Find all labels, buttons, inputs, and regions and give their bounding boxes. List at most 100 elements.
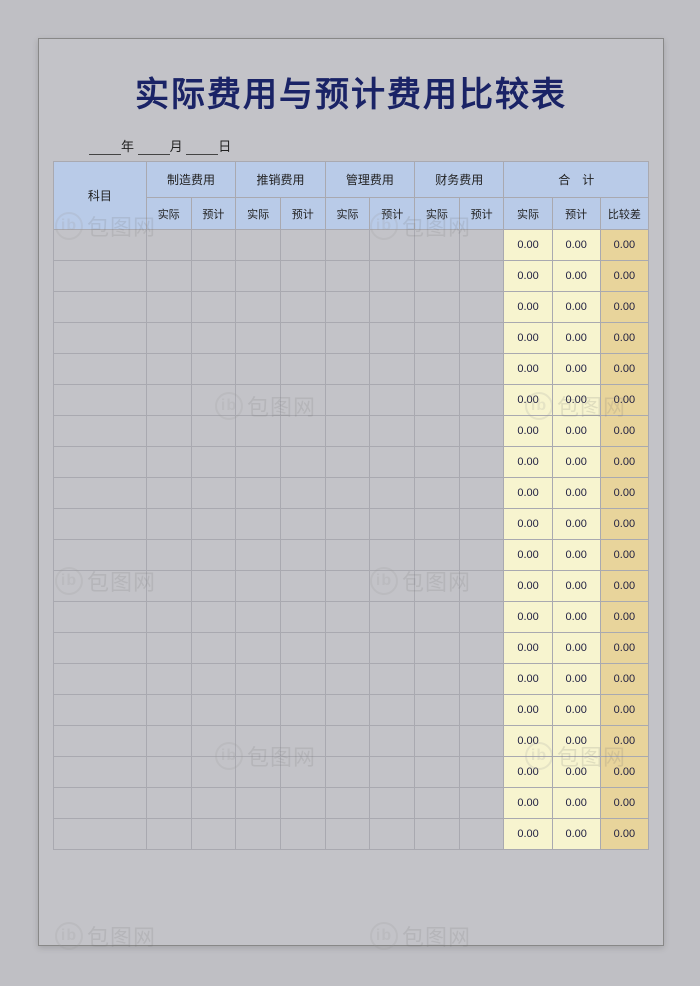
- table-cell: 0.00: [600, 571, 648, 602]
- table-cell: [280, 478, 325, 509]
- table-cell: [146, 416, 191, 447]
- table-cell: [146, 230, 191, 261]
- table-row: 0.000.000.00: [54, 633, 649, 664]
- table-cell: 0.00: [504, 292, 552, 323]
- table-cell: 0.00: [600, 788, 648, 819]
- table-cell: [191, 354, 236, 385]
- table-cell: [191, 695, 236, 726]
- table-cell: [325, 478, 370, 509]
- year-label: 年: [121, 139, 134, 154]
- table-cell: [325, 447, 370, 478]
- sub-planned-1: 预计: [280, 198, 325, 230]
- table-cell: [54, 757, 147, 788]
- table-cell: [415, 819, 460, 850]
- table-cell: 0.00: [552, 478, 600, 509]
- table-cell: [280, 323, 325, 354]
- table-body: 0.000.000.000.000.000.000.000.000.000.00…: [54, 230, 649, 850]
- sub-planned-0: 预计: [191, 198, 236, 230]
- table-cell: [191, 633, 236, 664]
- table-cell: [325, 354, 370, 385]
- table-cell: 0.00: [504, 385, 552, 416]
- table-cell: 0.00: [600, 757, 648, 788]
- header-group-1: 推销费用: [236, 162, 325, 198]
- comparison-table: 科目 制造费用 推销费用 管理费用 财务费用 合 计 实际 预计 实际 预计 实…: [53, 161, 649, 850]
- table-row: 0.000.000.00: [54, 323, 649, 354]
- table-row: 0.000.000.00: [54, 509, 649, 540]
- table-cell: [191, 819, 236, 850]
- header-group-0: 制造费用: [146, 162, 235, 198]
- sub-total-planned: 预计: [552, 198, 600, 230]
- table-cell: 0.00: [504, 509, 552, 540]
- table-row: 0.000.000.00: [54, 540, 649, 571]
- table-cell: [459, 416, 504, 447]
- table-cell: 0.00: [552, 695, 600, 726]
- table-cell: 0.00: [600, 416, 648, 447]
- table-cell: [370, 509, 415, 540]
- table-cell: [236, 602, 281, 633]
- table-cell: [191, 292, 236, 323]
- table-cell: [146, 571, 191, 602]
- table-cell: [370, 447, 415, 478]
- table-cell: [54, 571, 147, 602]
- year-blank: [89, 141, 121, 155]
- table-cell: [370, 292, 415, 323]
- table-cell: [191, 478, 236, 509]
- table-cell: [280, 540, 325, 571]
- table-cell: [146, 509, 191, 540]
- table-row: 0.000.000.00: [54, 757, 649, 788]
- table-cell: [280, 571, 325, 602]
- table-cell: [459, 354, 504, 385]
- table-cell: [459, 819, 504, 850]
- table-row: 0.000.000.00: [54, 230, 649, 261]
- table-cell: [370, 323, 415, 354]
- table-cell: [236, 478, 281, 509]
- table-cell: [236, 540, 281, 571]
- table-cell: [280, 819, 325, 850]
- table-cell: [146, 602, 191, 633]
- table-cell: [280, 261, 325, 292]
- sub-actual-1: 实际: [236, 198, 281, 230]
- table-cell: [191, 540, 236, 571]
- table-cell: [280, 757, 325, 788]
- table-cell: 0.00: [600, 230, 648, 261]
- table-cell: [459, 726, 504, 757]
- table-cell: [415, 323, 460, 354]
- table-cell: [415, 664, 460, 695]
- table-cell: 0.00: [552, 509, 600, 540]
- table-cell: [459, 540, 504, 571]
- table-cell: [325, 230, 370, 261]
- table-cell: 0.00: [600, 726, 648, 757]
- table-cell: 0.00: [552, 416, 600, 447]
- table-cell: [236, 664, 281, 695]
- date-line: 年 月 日: [89, 136, 663, 155]
- table-cell: [236, 292, 281, 323]
- table-cell: [459, 757, 504, 788]
- table-cell: [54, 633, 147, 664]
- page-title: 实际费用与预计费用比较表: [39, 67, 663, 116]
- table-cell: [370, 261, 415, 292]
- table-cell: [191, 788, 236, 819]
- table-row: 0.000.000.00: [54, 292, 649, 323]
- table-cell: 0.00: [552, 819, 600, 850]
- table-cell: 0.00: [504, 447, 552, 478]
- table-cell: [236, 261, 281, 292]
- table-cell: [236, 757, 281, 788]
- table-cell: [325, 323, 370, 354]
- table-cell: 0.00: [600, 323, 648, 354]
- table-cell: [325, 602, 370, 633]
- table-cell: [325, 509, 370, 540]
- table-cell: [325, 726, 370, 757]
- table-cell: [236, 230, 281, 261]
- table-cell: 0.00: [552, 230, 600, 261]
- table-cell: [54, 447, 147, 478]
- table-row: 0.000.000.00: [54, 385, 649, 416]
- table-cell: [280, 509, 325, 540]
- table-cell: [325, 788, 370, 819]
- table-cell: [370, 602, 415, 633]
- table-cell: [415, 261, 460, 292]
- table-cell: [325, 664, 370, 695]
- table-cell: 0.00: [600, 478, 648, 509]
- table-cell: [415, 478, 460, 509]
- sub-actual-0: 实际: [146, 198, 191, 230]
- table-cell: [280, 354, 325, 385]
